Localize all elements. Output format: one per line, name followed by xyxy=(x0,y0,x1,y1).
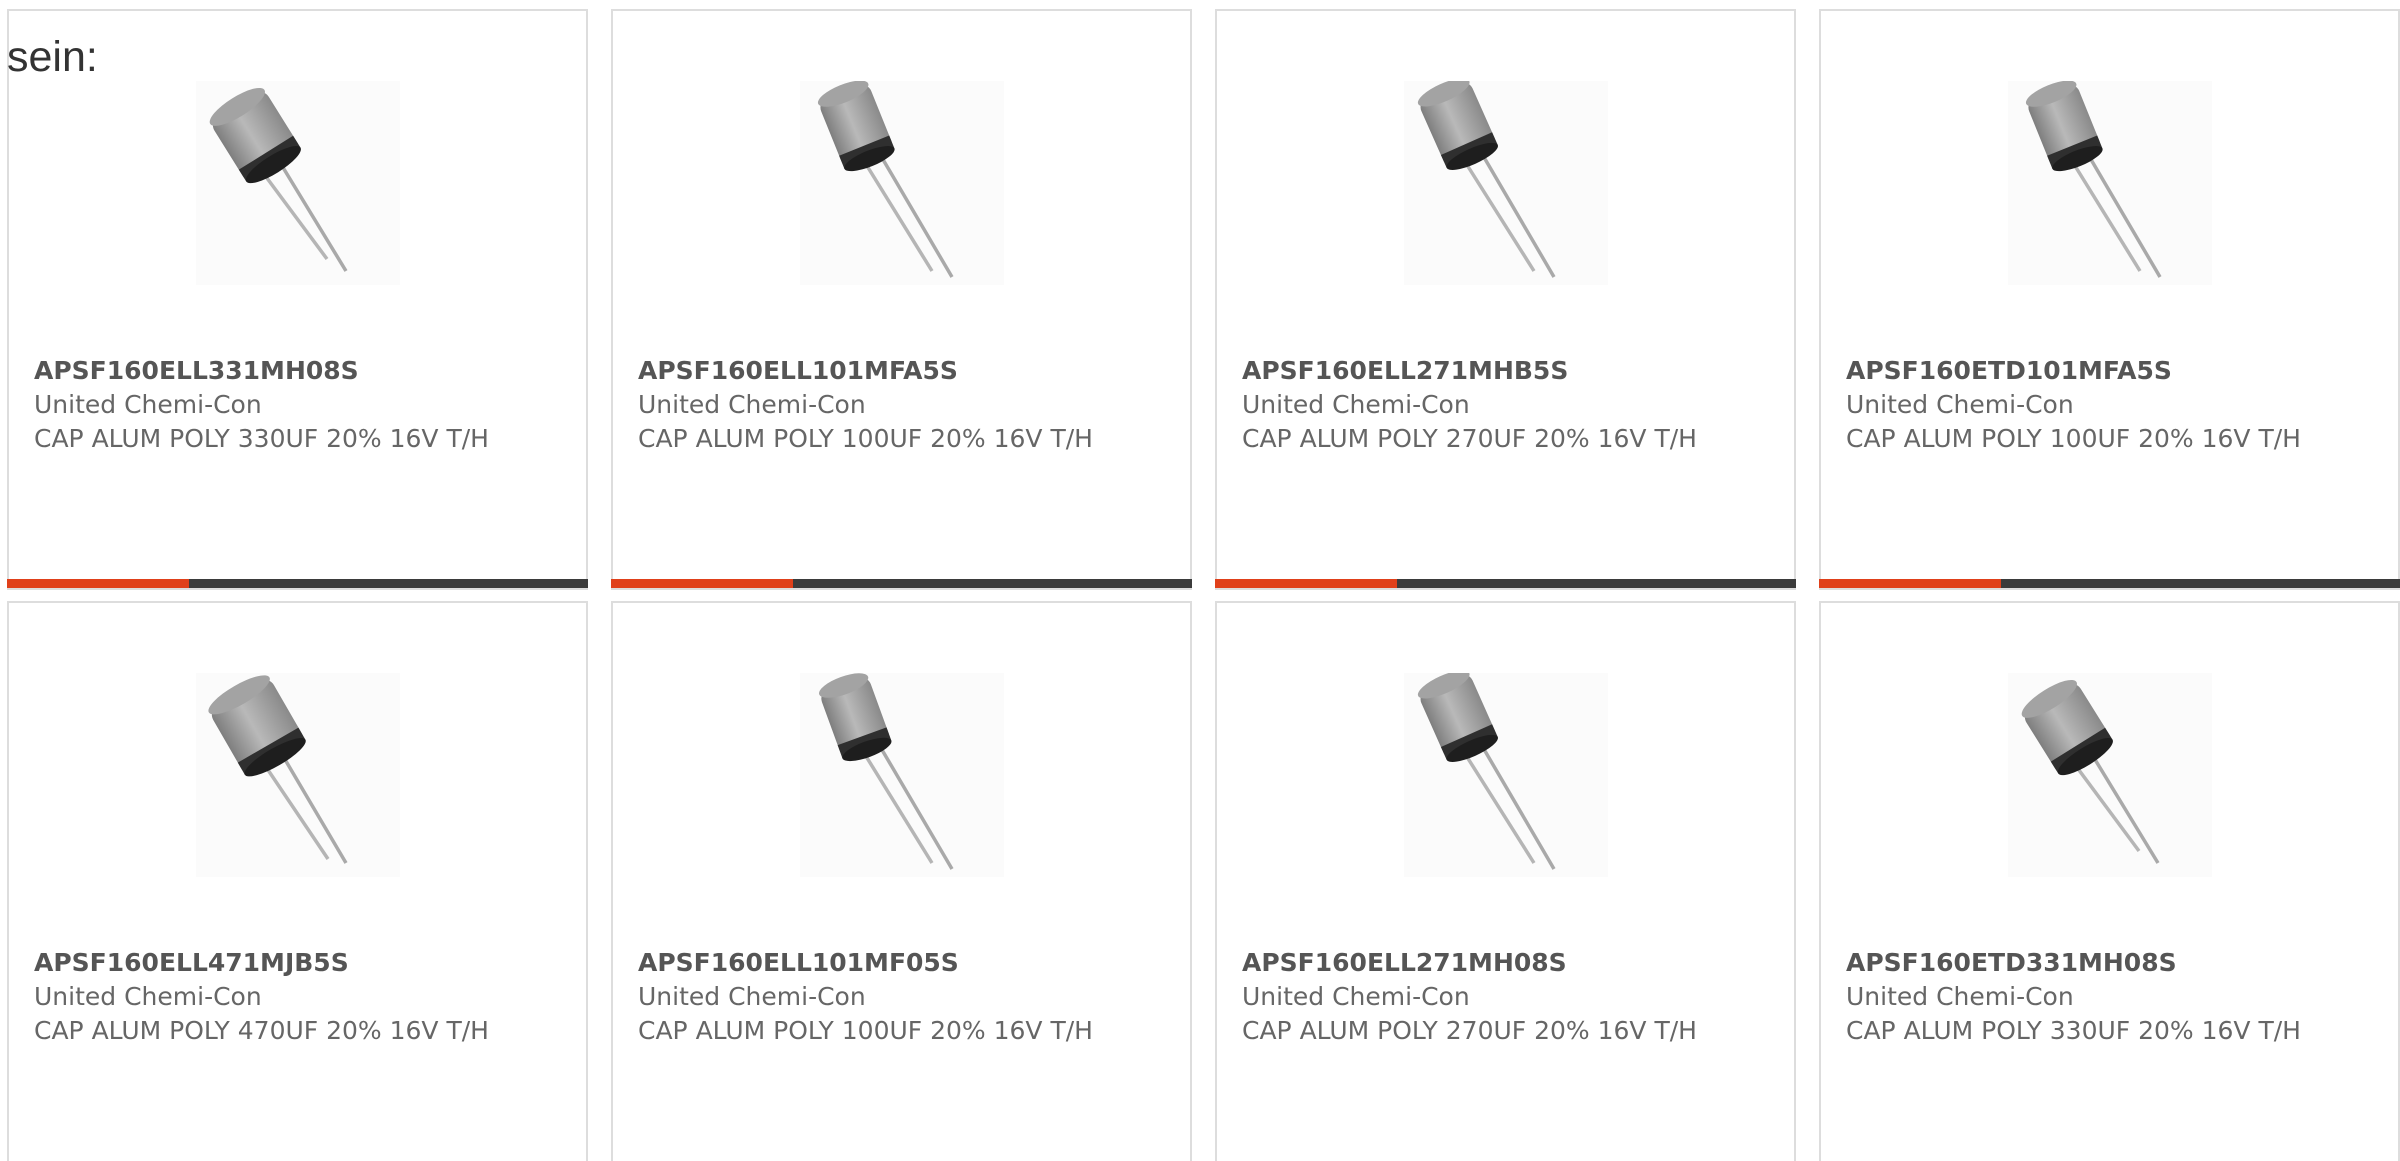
card-bar-accent xyxy=(7,579,189,588)
card-bar-accent xyxy=(1819,579,2001,588)
capacitor-radial-icon xyxy=(2021,679,2160,864)
description: CAP ALUM POLY 270UF 20% 16V T/H xyxy=(1242,1016,1697,1045)
product-image[interactable] xyxy=(2008,673,2212,877)
intro-text: sein: xyxy=(7,33,98,81)
manufacturer: United Chemi-Con xyxy=(1242,390,1470,419)
product-image[interactable] xyxy=(800,81,1004,285)
capacitor-radial-icon xyxy=(209,87,348,272)
capacitor-radial-icon xyxy=(817,81,954,278)
manufacturer: United Chemi-Con xyxy=(34,390,262,419)
manufacturer: United Chemi-Con xyxy=(1846,390,2074,419)
part-number-link[interactable]: APSF160ETD101MFA5S xyxy=(1846,354,2306,388)
product-image[interactable] xyxy=(1404,81,1608,285)
product-info: APSF160ELL101MF05S United Chemi-Con CAP … xyxy=(638,946,1098,1048)
product-image[interactable] xyxy=(196,673,400,877)
product-image[interactable] xyxy=(2008,81,2212,285)
product-card[interactable]: APSF160ETD331MH08S United Chemi-Con CAP … xyxy=(1819,601,2400,1161)
product-info: APSF160ELL331MH08S United Chemi-Con CAP … xyxy=(34,354,494,456)
part-number-link[interactable]: APSF160ELL101MFA5S xyxy=(638,354,1098,388)
card-bar xyxy=(611,579,1192,588)
card-bar xyxy=(1215,579,1796,588)
manufacturer: United Chemi-Con xyxy=(1242,982,1470,1011)
part-number-link[interactable]: APSF160ELL101MF05S xyxy=(638,946,1098,980)
manufacturer: United Chemi-Con xyxy=(1846,982,2074,1011)
part-number-link[interactable]: APSF160ELL331MH08S xyxy=(34,354,494,388)
card-bar xyxy=(7,579,588,588)
product-card[interactable]: APSF160ELL271MH08S United Chemi-Con CAP … xyxy=(1215,601,1796,1161)
part-number-link[interactable]: APSF160ELL271MHB5S xyxy=(1242,354,1702,388)
capacitor-radial-icon xyxy=(2025,81,2162,278)
product-info: APSF160ELL271MHB5S United Chemi-Con CAP … xyxy=(1242,354,1702,456)
product-image[interactable] xyxy=(800,673,1004,877)
product-card[interactable]: APSF160ELL101MF05S United Chemi-Con CAP … xyxy=(611,601,1192,1161)
description: CAP ALUM POLY 470UF 20% 16V T/H xyxy=(34,1016,489,1045)
manufacturer: United Chemi-Con xyxy=(34,982,262,1011)
description: CAP ALUM POLY 330UF 20% 16V T/H xyxy=(1846,1016,2301,1045)
description: CAP ALUM POLY 100UF 20% 16V T/H xyxy=(638,1016,1093,1045)
capacitor-radial-icon xyxy=(208,675,348,864)
product-card[interactable]: APSF160ELL101MFA5S United Chemi-Con CAP … xyxy=(611,9,1192,590)
product-card[interactable]: APSF160ELL271MHB5S United Chemi-Con CAP … xyxy=(1215,9,1796,590)
product-info: APSF160ELL271MH08S United Chemi-Con CAP … xyxy=(1242,946,1702,1048)
description: CAP ALUM POLY 100UF 20% 16V T/H xyxy=(638,424,1093,453)
capacitor-radial-icon xyxy=(819,673,954,870)
product-image[interactable] xyxy=(1404,673,1608,877)
part-number-link[interactable]: APSF160ELL471MJB5S xyxy=(34,946,494,980)
card-bar-accent xyxy=(611,579,793,588)
product-card[interactable]: APSF160ELL471MJB5S United Chemi-Con CAP … xyxy=(7,601,588,1161)
capacitor-radial-icon xyxy=(1417,81,1556,278)
product-card[interactable]: APSF160ETD101MFA5S United Chemi-Con CAP … xyxy=(1819,9,2400,590)
product-info: APSF160ELL101MFA5S United Chemi-Con CAP … xyxy=(638,354,1098,456)
product-info: APSF160ETD331MH08S United Chemi-Con CAP … xyxy=(1846,946,2306,1048)
manufacturer: United Chemi-Con xyxy=(638,390,866,419)
page: sein: APSF160ELL331MH08S United Chemi-Co… xyxy=(0,0,2400,1161)
part-number-link[interactable]: APSF160ETD331MH08S xyxy=(1846,946,2306,980)
description: CAP ALUM POLY 270UF 20% 16V T/H xyxy=(1242,424,1697,453)
description: CAP ALUM POLY 100UF 20% 16V T/H xyxy=(1846,424,2301,453)
part-number-link[interactable]: APSF160ELL271MH08S xyxy=(1242,946,1702,980)
product-info: APSF160ELL471MJB5S United Chemi-Con CAP … xyxy=(34,946,494,1048)
product-grid: APSF160ELL331MH08S United Chemi-Con CAP … xyxy=(7,9,2400,1161)
description: CAP ALUM POLY 330UF 20% 16V T/H xyxy=(34,424,489,453)
manufacturer: United Chemi-Con xyxy=(638,982,866,1011)
capacitor-radial-icon xyxy=(1417,673,1556,870)
product-card[interactable]: APSF160ELL331MH08S United Chemi-Con CAP … xyxy=(7,9,588,590)
product-info: APSF160ETD101MFA5S United Chemi-Con CAP … xyxy=(1846,354,2306,456)
product-image[interactable] xyxy=(196,81,400,285)
card-bar xyxy=(1819,579,2400,588)
card-bar-accent xyxy=(1215,579,1397,588)
